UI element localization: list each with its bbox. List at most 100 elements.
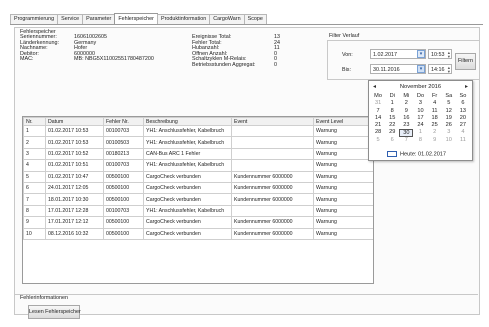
cell-fehler-nr: 00500100 xyxy=(103,193,144,206)
cell-event-level: Warnung xyxy=(313,147,373,161)
today-link[interactable]: Heute: 01.02.2017 xyxy=(387,151,446,157)
tab-scope[interactable]: Scope xyxy=(243,14,267,24)
calendar-day[interactable]: 31 xyxy=(371,100,385,107)
calendar-dropdown[interactable]: ◂ November 2016 ▸ Mo Di Mi Do Fr Sa So 31 1 2 3 4 5 6… xyxy=(368,80,473,161)
calendar-day[interactable]: 7 xyxy=(399,137,413,144)
cell-nr: 5 xyxy=(23,170,46,183)
table-row[interactable]: 6 24.01.2017 12:05 00500100 CargoCheck v… xyxy=(23,181,373,195)
calendar-day-selected[interactable]: 30 xyxy=(399,129,414,137)
cell-beschreibung: YH1: Anschlussfehler, Kabelbruch xyxy=(143,204,232,218)
calendar-day[interactable]: 12 xyxy=(442,108,456,115)
filter-button[interactable]: Filtern xyxy=(455,53,476,70)
cell-event-level: Warnung xyxy=(313,124,373,138)
calendar-day[interactable]: 10 xyxy=(413,108,427,115)
table-row[interactable]: 5 01.02.2017 10:47 00500100 CargoCheck v… xyxy=(23,170,373,183)
column-header-beschreibung[interactable]: Beschreibung xyxy=(143,117,232,126)
calendar-day[interactable]: 6 xyxy=(456,100,470,107)
table-row[interactable]: 1 01.02.2017 10:53 00100703 YH1: Anschlu… xyxy=(23,124,373,138)
read-error-memory-button[interactable]: Lesen Fehlerspeicher xyxy=(28,305,81,319)
device-info-labels: Seriennummer: Länderkennung: Nachname: D… xyxy=(20,34,59,63)
cell-event-level: Warnung xyxy=(313,204,373,218)
column-header-nr[interactable]: Nr. xyxy=(23,117,46,126)
bis-time-field[interactable]: 14:16 ▴ ▾ xyxy=(428,64,452,74)
cell-event xyxy=(231,124,314,138)
calendar-day[interactable]: 28 xyxy=(371,129,385,136)
tab-fehlerspeicher[interactable]: Fehlerspeicher xyxy=(114,13,158,24)
tab-cargowarn[interactable]: CargoWarn xyxy=(209,14,245,24)
tab-programmierung[interactable]: Programmierung xyxy=(10,14,59,24)
calendar-day[interactable]: 21 xyxy=(371,122,385,129)
calendar-day[interactable]: 4 xyxy=(456,129,470,136)
von-date-picker[interactable]: 1.02.2017 ▾ xyxy=(370,49,426,59)
bis-date-picker[interactable]: 30.11.2016 ▾ xyxy=(370,64,426,74)
column-header-fehler-nr[interactable]: Fehler Nr. xyxy=(103,117,144,126)
weekday-label: So xyxy=(459,93,467,99)
column-header-event[interactable]: Event xyxy=(231,117,314,126)
table-row[interactable]: 7 18.01.2017 10:30 00500100 CargoCheck v… xyxy=(23,193,373,206)
calendar-day[interactable]: 1 xyxy=(413,129,427,136)
spinner-icon[interactable]: ▴ ▾ xyxy=(448,65,450,74)
spinner-icon[interactable]: ▴ ▾ xyxy=(448,50,450,59)
calendar-day[interactable]: 8 xyxy=(385,108,399,115)
calendar-day[interactable]: 9 xyxy=(399,108,413,115)
calendar-day[interactable]: 3 xyxy=(442,129,456,136)
calendar-day[interactable]: 7 xyxy=(371,108,385,115)
calendar-day[interactable]: 20 xyxy=(456,115,470,122)
table-row[interactable]: 10 08.12.2016 10:32 00500100 CargoCheck … xyxy=(23,227,373,240)
calendar-day[interactable]: 3 xyxy=(413,100,427,107)
table-row[interactable]: 2 01.02.2017 10:53 00100503 YH1: Anschlu… xyxy=(23,136,373,149)
calendar-day[interactable]: 17 xyxy=(413,115,427,122)
tab-parameter[interactable]: Parameter xyxy=(82,14,116,24)
weekday-label: Mo xyxy=(374,93,382,99)
cell-beschreibung: YH1: Anschlussfehler, Kabelbruch xyxy=(143,159,232,172)
table-row[interactable]: 3 01.02.2017 10:52 00180213 CAN-Bus ARC … xyxy=(23,147,373,161)
calendar-day[interactable]: 6 xyxy=(385,137,399,144)
calendar-day[interactable]: 8 xyxy=(413,137,427,144)
calendar-day[interactable]: 4 xyxy=(428,100,442,107)
calendar-day[interactable]: 13 xyxy=(456,108,470,115)
calendar-day[interactable]: 2 xyxy=(428,129,442,136)
von-time-value: 10:53 xyxy=(431,52,445,58)
calendar-day[interactable]: 14 xyxy=(371,115,385,122)
tab-divider xyxy=(10,24,483,25)
calendar-day[interactable]: 2 xyxy=(399,100,413,107)
weekday-label: Do xyxy=(416,93,425,99)
table-row[interactable]: 4 01.02.2017 10:51 00100703 YH1: Anschlu… xyxy=(23,159,373,172)
cell-datum: 01.02.2017 10:47 xyxy=(45,170,104,183)
calendar-day[interactable]: 19 xyxy=(442,115,456,122)
chevron-down-icon[interactable]: ▾ xyxy=(417,50,425,58)
column-header-event-level[interactable]: Event Level xyxy=(313,117,373,126)
error-table[interactable]: Nr. Datum Fehler Nr. Beschreibung Event … xyxy=(22,116,374,284)
calendar-day[interactable]: 11 xyxy=(428,108,442,115)
calendar-day[interactable]: 23 xyxy=(399,122,413,129)
calendar-day[interactable]: 9 xyxy=(428,137,442,144)
calendar-day[interactable]: 11 xyxy=(456,137,470,144)
calendar-day[interactable]: 18 xyxy=(428,115,442,122)
calendar-day[interactable]: 15 xyxy=(385,115,399,122)
next-month-icon[interactable]: ▸ xyxy=(465,83,468,91)
calendar-day[interactable]: 26 xyxy=(442,122,456,129)
tab-service[interactable]: Service xyxy=(57,14,84,24)
chevron-down-icon[interactable]: ▾ xyxy=(417,65,425,73)
calendar-day[interactable]: 27 xyxy=(456,122,470,129)
calendar-day[interactable]: 25 xyxy=(428,122,442,129)
table-row[interactable]: 9 17.01.2017 12:12 00500100 CargoCheck v… xyxy=(23,216,373,229)
tab-produktinformation[interactable]: Produktinformation xyxy=(156,14,211,24)
operating-hours-label: Betriebsstunden Aggregat: xyxy=(192,61,256,68)
calendar-day[interactable]: 22 xyxy=(385,122,399,129)
von-date-value: 1.02.2017 xyxy=(373,52,397,58)
calendar-day[interactable]: 29 xyxy=(385,129,399,136)
calendar-day[interactable]: 10 xyxy=(442,137,456,144)
von-time-field[interactable]: 10:53 ▴ ▾ xyxy=(428,49,452,59)
cell-fehler-nr: 00100703 xyxy=(103,204,144,218)
cell-event xyxy=(231,136,314,149)
calendar-day[interactable]: 5 xyxy=(371,137,385,144)
calendar-day[interactable]: 16 xyxy=(399,115,413,122)
calendar-day[interactable]: 24 xyxy=(413,122,427,129)
von-label: Von: xyxy=(342,52,353,58)
calendar-day[interactable]: 1 xyxy=(385,100,399,107)
column-header-datum[interactable]: Datum xyxy=(45,117,104,126)
table-row[interactable]: 8 17.01.2017 12:28 00100703 YH1: Anschlu… xyxy=(23,204,373,218)
calendar-day[interactable]: 5 xyxy=(442,100,456,107)
weekday-label: Di xyxy=(389,93,395,99)
